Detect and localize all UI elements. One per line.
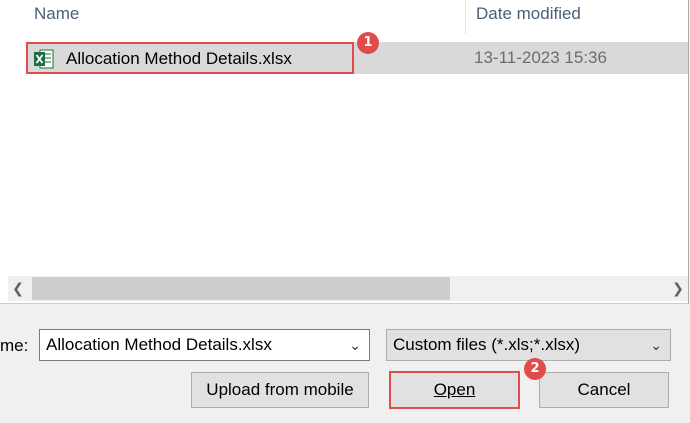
excel-file-icon: [34, 49, 54, 69]
file-type-filter-value: Custom files (*.xls;*.xlsx): [393, 335, 581, 354]
chevron-down-icon[interactable]: ⌄: [349, 330, 361, 360]
step-badge-2: 2: [524, 358, 546, 380]
file-list-pane: Name Date modified Allocation Method Det…: [0, 0, 689, 304]
file-type-filter-dropdown[interactable]: Custom files (*.xls;*.xlsx) ⌄: [386, 329, 671, 361]
scrollbar-thumb[interactable]: [32, 277, 450, 300]
column-header-name[interactable]: Name: [0, 0, 464, 34]
filename-combobox[interactable]: ⌄: [39, 329, 370, 361]
step-badge-1: 1: [357, 32, 379, 54]
filename-input[interactable]: [40, 330, 335, 360]
filename-label: me:: [0, 336, 29, 355]
file-date-modified: 13-11-2023 15:36: [474, 48, 607, 67]
file-name-text: Allocation Method Details.xlsx: [66, 49, 292, 68]
scroll-right-icon[interactable]: ❯: [668, 276, 688, 301]
chevron-down-icon[interactable]: ⌄: [650, 330, 662, 360]
file-name-highlight[interactable]: Allocation Method Details.xlsx: [26, 42, 354, 74]
open-button-label: Open: [433, 380, 476, 399]
upload-from-mobile-button[interactable]: Upload from mobile: [191, 372, 369, 408]
scroll-left-icon[interactable]: ❮: [8, 276, 28, 301]
open-button[interactable]: Open: [389, 371, 520, 409]
cancel-button[interactable]: Cancel: [539, 372, 669, 408]
horizontal-scrollbar[interactable]: ❮ ❯: [8, 276, 688, 301]
column-header-date-modified[interactable]: Date modified: [465, 0, 688, 34]
